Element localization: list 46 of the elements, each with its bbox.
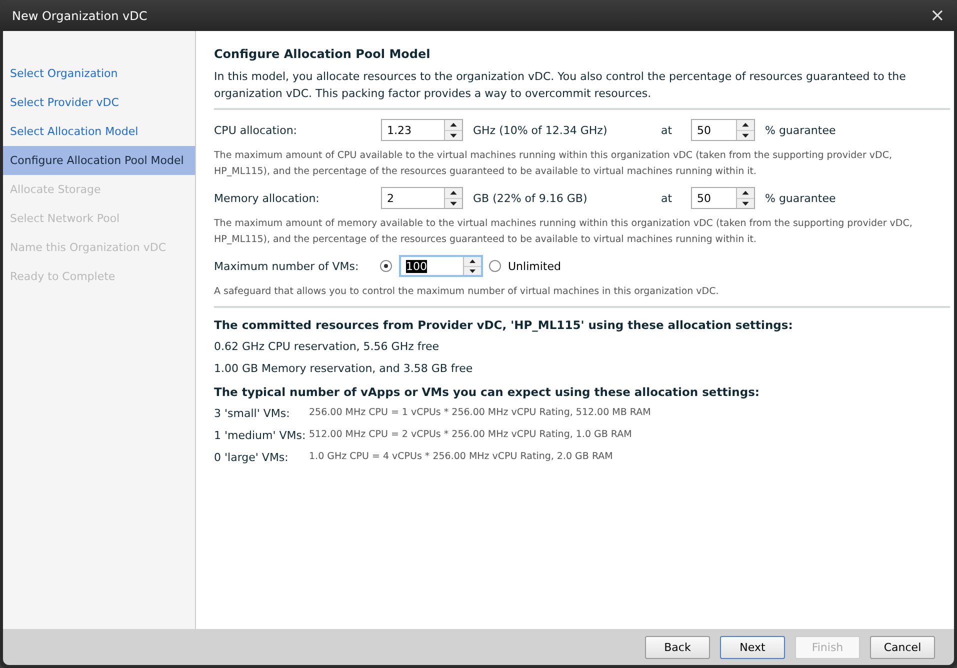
at-text: at <box>661 124 674 136</box>
down-arrow-icon[interactable] <box>445 198 462 208</box>
down-arrow-icon[interactable] <box>737 198 754 208</box>
down-arrow-icon[interactable] <box>464 266 481 275</box>
vm-detail: 256.00 MHz CPU = 1 vCPUs * 256.00 MHz vCPU Rating, 512.00 MB RAM <box>309 407 651 420</box>
help-text: The maximum amount of memory available to the virtual machines running within this organization vDC (taken from the supporting provider vDC, HP_ML115), and the percentage of the resources guaranteed to be available to virtual machines running within it. <box>214 217 914 247</box>
radio-button[interactable] <box>489 260 501 272</box>
wizard-step[interactable]: Configure Allocation Pool Model <box>3 146 195 175</box>
help-text: A safeguard that allows you to control the maximum number of virtual machines in this organization vDC. <box>214 285 720 299</box>
field-label: Memory allocation: <box>214 192 320 204</box>
allocation-spinner[interactable]: 2 <box>381 187 463 209</box>
down-arrow-icon[interactable] <box>445 130 462 140</box>
summary-text: 1.00 GB Memory reservation, and 3.58 GB free <box>214 362 474 375</box>
section-heading: The typical number of vApps or VMs you can expect using these allocation settings: <box>214 385 761 399</box>
unit-text: GB (22% of 9.16 GB) <box>473 192 588 204</box>
wizard-button[interactable]: Next <box>720 636 785 658</box>
down-arrow-icon[interactable] <box>737 130 754 140</box>
help-text: The maximum amount of CPU available to the virtual machines running within this organization vDC (taken from the supporting provider vDC, HP_ML115), and the percentage of the resources guaranteed to be available to virtual machines running within it. <box>214 149 893 179</box>
wizard-button[interactable]: Back <box>645 636 710 658</box>
summary-text: 0.62 GHz CPU reservation, 5.56 GHz free <box>214 340 440 353</box>
wizard-step[interactable]: Select Organization <box>3 59 195 88</box>
wizard-button[interactable]: Cancel <box>870 636 935 658</box>
vm-count: 1 'medium' VMs: <box>214 429 307 442</box>
guarantee-label: % guarantee <box>765 124 836 136</box>
guarantee-spinner[interactable]: 50 <box>691 119 755 141</box>
guarantee-label: % guarantee <box>765 192 836 204</box>
vm-count: 3 'small' VMs: <box>214 407 291 420</box>
vm-detail: 1.0 GHz CPU = 4 vCPUs * 256.00 MHz vCPU Rating, 2.0 GB RAM <box>309 451 613 464</box>
wizard-step[interactable]: Select Provider vDC <box>3 88 195 117</box>
field-label: Maximum number of VMs: <box>214 260 360 272</box>
field-label: CPU allocation: <box>214 124 298 136</box>
intro-text: In this model, you allocate resources to the organization vDC. You also control the percentage of resources guaranteed to the organization vDC. This packing factor provides a way to overcommit resources. <box>214 69 907 102</box>
allocation-spinner[interactable]: 1.23 <box>381 119 463 141</box>
unit-text: GHz (10% of 12.34 GHz) <box>473 124 608 136</box>
wizard-step[interactable]: Select Allocation Model <box>3 117 195 146</box>
vm-count: 0 'large' VMs: <box>214 451 290 464</box>
guarantee-spinner[interactable]: 50 <box>691 187 755 209</box>
at-text: at <box>661 192 674 204</box>
radio-label: Unlimited <box>508 260 561 272</box>
window-title: New Organization vDC <box>12 8 148 22</box>
section-heading: The committed resources from Provider vDC, 'HP_ML115' using these allocation settings: <box>214 318 794 332</box>
vm-detail: 512.00 MHz CPU = 2 vCPUs * 256.00 MHz vCPU Rating, 1.0 GB RAM <box>309 429 632 442</box>
page-heading: Configure Allocation Pool Model <box>214 47 432 61</box>
close-button[interactable]: × <box>930 6 945 24</box>
radio-button[interactable] <box>380 260 392 272</box>
max-vms-spinner[interactable]: 100 <box>399 255 483 277</box>
